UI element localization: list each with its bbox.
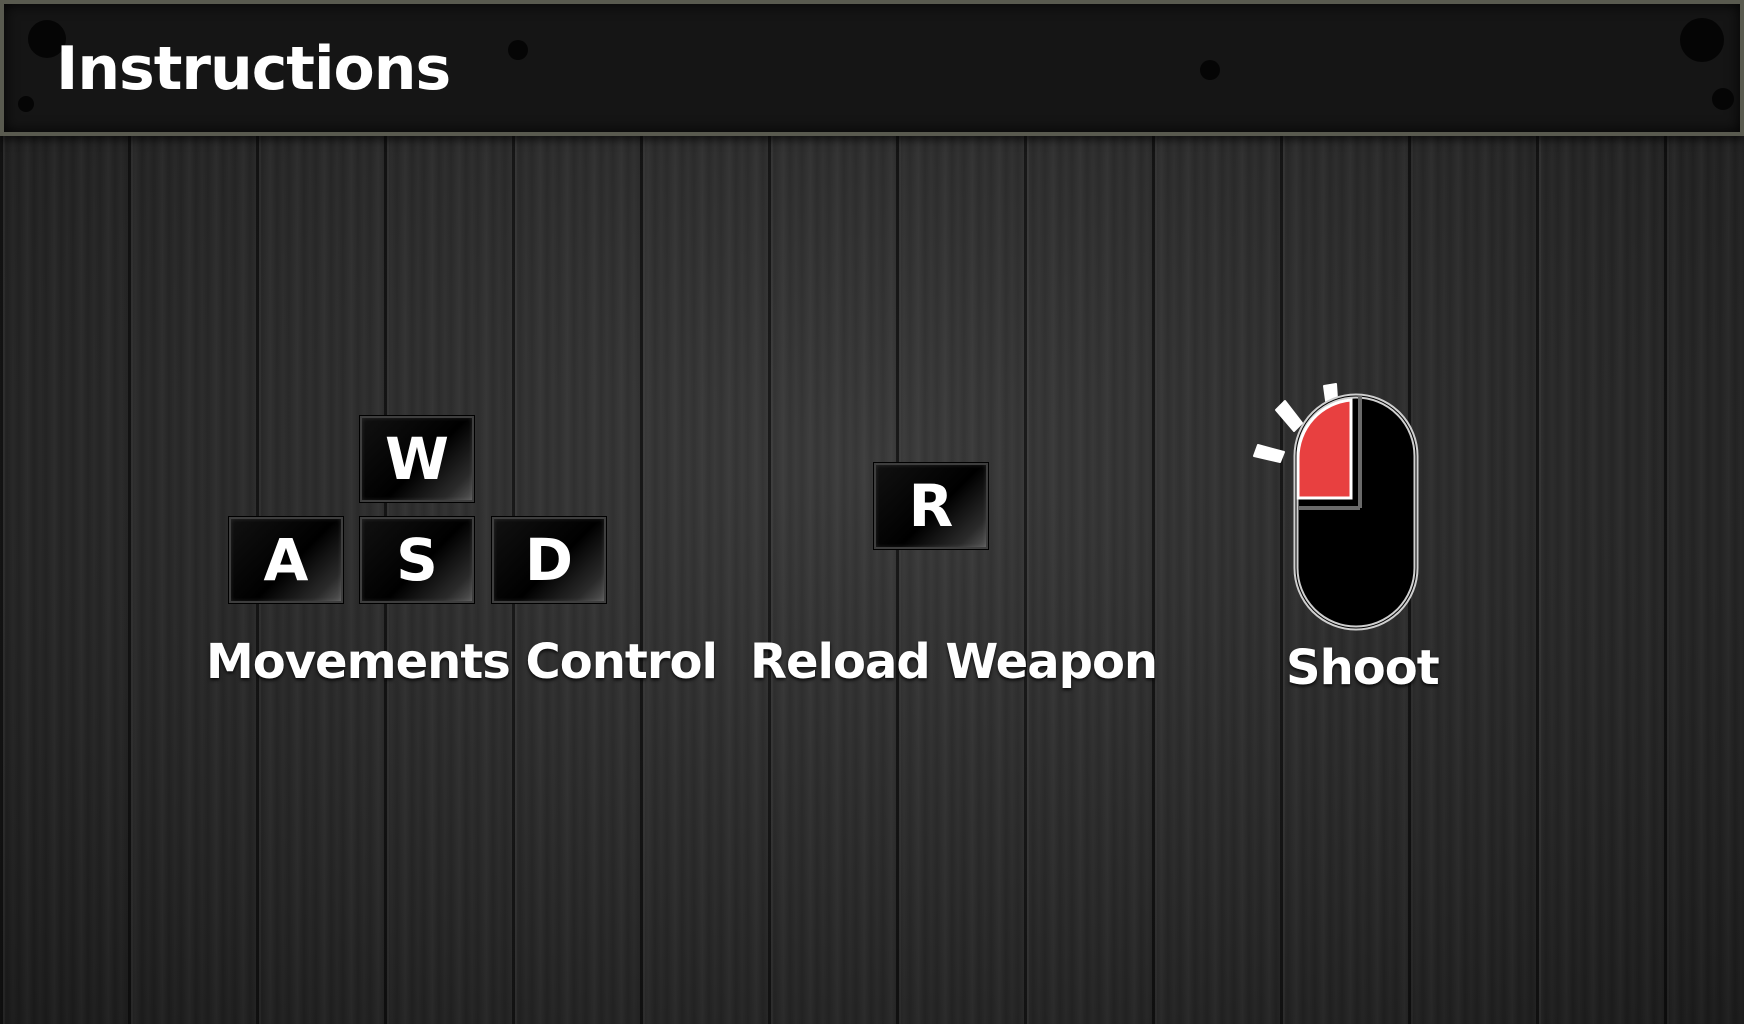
header-screw-hole [1680, 18, 1724, 62]
page-title: Instructions [56, 34, 451, 104]
header-screw-hole [508, 40, 528, 60]
header-screw-hole [18, 96, 34, 112]
key-d: D [492, 517, 606, 603]
reload-label: Reload Weapon [750, 634, 1158, 690]
key-w: W [360, 416, 474, 502]
mouse-left-click-icon [1253, 383, 1419, 631]
header-screw-hole [1200, 60, 1220, 80]
header-screw-hole [1712, 88, 1734, 110]
instructions-header: Instructions [0, 0, 1744, 136]
key-a: A [229, 517, 343, 603]
movement-label: Movements Control [206, 634, 718, 690]
key-s: S [360, 517, 474, 603]
shoot-label: Shoot [1286, 640, 1440, 696]
key-r: R [874, 463, 988, 549]
